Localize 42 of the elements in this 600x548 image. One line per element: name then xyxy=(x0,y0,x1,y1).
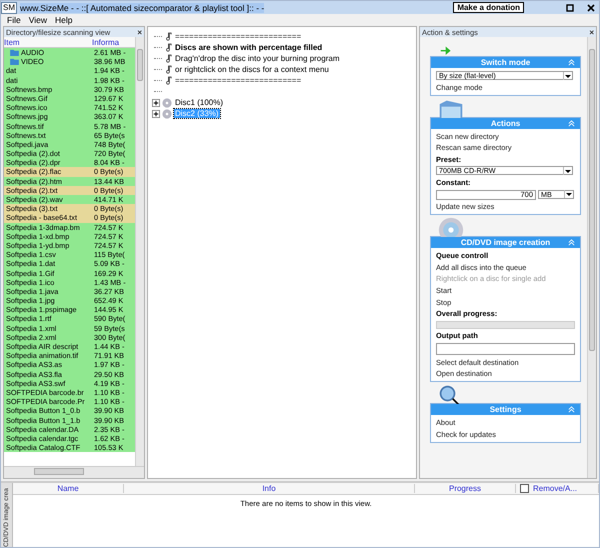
column-header[interactable]: Remove/A... xyxy=(533,484,578,493)
collapse-icon[interactable] xyxy=(568,120,575,127)
disc-icon xyxy=(162,98,172,108)
close-icon[interactable] xyxy=(586,2,596,12)
info-line: or rightclick on the discs for a context menu xyxy=(175,65,329,74)
collapse-icon[interactable] xyxy=(568,406,575,414)
menu-item[interactable]: Help xyxy=(54,15,72,25)
window-title: www.SizeMe - - ::[ Automated sizecomparator & playlist tool ]:: - - xyxy=(20,2,264,12)
expand-icon[interactable] xyxy=(152,110,160,118)
info-line: Drag'n'drop the disc into your burning program xyxy=(175,54,340,63)
section-title: Actions xyxy=(490,118,520,128)
menu-item[interactable]: File xyxy=(7,15,21,25)
disc-icon xyxy=(162,108,172,118)
close-button[interactable]: × xyxy=(589,28,594,36)
column-header[interactable]: Progress xyxy=(415,484,516,493)
menu-item[interactable]: View xyxy=(28,15,47,25)
info-line: =========================== xyxy=(175,76,302,85)
disc-item[interactable]: Disc1 (100%) xyxy=(174,98,224,107)
donate-button[interactable]: Make a donation xyxy=(453,2,524,13)
column-header[interactable]: Name xyxy=(13,484,124,493)
column-header[interactable]: Info xyxy=(124,484,415,493)
section-title: CD/DVD image creation xyxy=(460,238,550,248)
column-header[interactable]: Informa xyxy=(90,38,132,46)
close-button[interactable]: × xyxy=(137,28,142,36)
column-header[interactable]: Item xyxy=(4,38,90,46)
info-line: =========================== xyxy=(175,32,302,41)
vertical-scrollbar[interactable] xyxy=(135,37,144,466)
checkbox[interactable] xyxy=(520,484,529,493)
section-title: Switch mode xyxy=(480,58,530,67)
expand-icon[interactable] xyxy=(152,98,160,106)
dropdown-arrow-icon[interactable] xyxy=(563,72,572,80)
collapse-icon[interactable] xyxy=(568,59,575,66)
info-line: Discs are shown with percentage filled xyxy=(175,43,322,52)
horizontal-scrollbar[interactable] xyxy=(4,466,144,478)
vertical-scrollbar[interactable] xyxy=(587,37,596,478)
section-title: Settings xyxy=(490,405,522,414)
maximize-icon[interactable] xyxy=(565,2,575,12)
app-icon: SM xyxy=(1,2,17,14)
path-field[interactable] xyxy=(436,342,575,355)
dropdown-arrow-icon[interactable] xyxy=(564,190,573,198)
dropdown-arrow-icon[interactable] xyxy=(563,166,572,175)
collapse-icon[interactable] xyxy=(568,239,575,246)
